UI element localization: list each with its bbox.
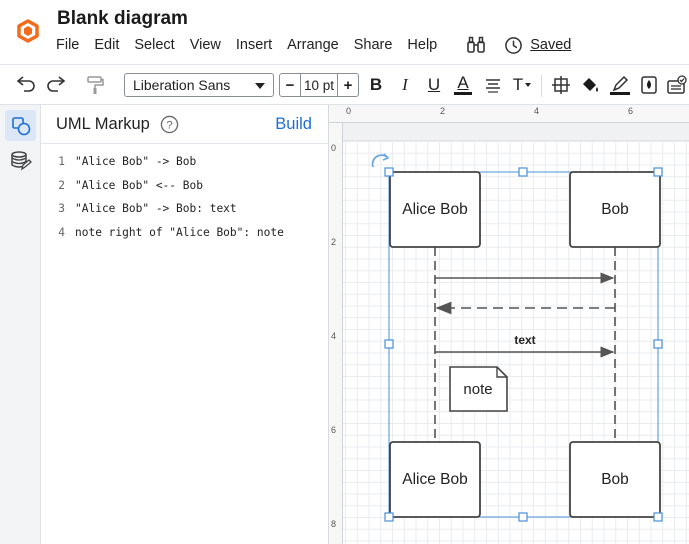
message-label[interactable]: text [514,333,535,347]
line-number: 2 [58,178,65,192]
font-family-select[interactable]: Liberation Sans [124,73,274,97]
panel-title: UML Markup [56,115,150,133]
font-size-increment-button[interactable]: + [338,74,358,96]
document-title[interactable]: Blank diagram [57,8,188,30]
toolbar-divider [541,75,542,97]
svg-text:?: ? [166,120,172,132]
resize-handle[interactable] [518,512,528,522]
database-icon [10,150,32,170]
formatting-toolbar: Liberation Sans − 10 pt + B I U A T [0,64,689,105]
italic-button[interactable]: I [395,73,415,97]
menu-select[interactable]: Select [134,37,174,53]
build-button[interactable]: Build [275,115,312,134]
chevron-down-icon [255,83,265,89]
opacity-button[interactable] [638,73,660,97]
save-status[interactable]: Saved [504,36,571,55]
help-icon[interactable]: ? [160,115,179,134]
text-color-swatch [454,92,472,95]
uml-markup-panel: UML Markup ? Build 1 "Alice Bob" -> Bob … [41,105,329,544]
redo-icon [47,76,66,92]
shapes-panel-button[interactable] [5,110,36,141]
line-text[interactable]: "Alice Bob" -> Bob [75,155,196,179]
code-line[interactable]: 3 "Alice Bob" -> Bob: text [41,202,329,226]
sequence-diagram[interactable]: text note Alice Bob Bob Alice Bob Bob [329,105,689,544]
line-color-button[interactable] [608,73,632,97]
line-text[interactable]: note right of "Alice Bob": note [75,226,284,250]
font-size-decrement-button[interactable]: − [280,74,300,96]
menu-edit[interactable]: Edit [94,37,119,53]
participant-label: Bob [601,471,629,488]
font-size-stepper[interactable]: − 10 pt + [279,73,359,97]
clock-icon [505,36,523,54]
font-family-value: Liberation Sans [133,77,231,93]
undo-icon [16,76,35,92]
menu-view[interactable]: View [190,37,221,53]
menu-insert[interactable]: Insert [236,37,272,53]
menu-bar: File Edit Select View Insert Arrange Sha… [56,35,571,55]
resize-handle[interactable] [384,512,394,522]
checklist-icon [667,75,687,94]
line-text[interactable]: "Alice Bob" -> Bob: text [75,202,237,226]
bold-button[interactable]: B [366,73,386,97]
paint-roller-icon [87,76,104,94]
pencil-icon [612,75,629,91]
font-size-value[interactable]: 10 pt [300,74,338,96]
code-line[interactable]: 2 "Alice Bob" <-- Bob [41,179,329,203]
resize-handle[interactable] [518,167,528,177]
text-options-label: T [512,75,524,94]
participant-label: Bob [601,201,629,218]
left-rail [0,105,41,544]
line-color-swatch [610,91,630,95]
resize-handle[interactable] [653,512,663,522]
menu-share[interactable]: Share [354,37,393,53]
underline-button[interactable]: U [424,73,444,97]
menu-arrange[interactable]: Arrange [287,37,339,53]
menu-help[interactable]: Help [407,37,437,53]
lucid-logo-icon[interactable] [14,17,42,45]
resize-handle[interactable] [653,339,663,349]
paint-bucket-icon [583,78,598,92]
crosshair-frame-icon [552,76,570,94]
line-text[interactable]: "Alice Bob" <-- Bob [75,179,203,203]
droplet-icon [641,76,657,94]
text-options-button[interactable]: T [510,73,534,97]
redo-button[interactable] [44,73,68,97]
saved-label[interactable]: Saved [530,37,571,53]
resize-handle[interactable] [384,339,394,349]
text-color-label: A [457,73,469,92]
position-button[interactable] [550,73,572,97]
resize-handle[interactable] [384,167,394,177]
line-number: 4 [58,225,65,239]
app-window: Blank diagram File Edit Select View Inse… [0,0,689,544]
note-text[interactable]: note [463,381,492,398]
code-line[interactable]: 4 note right of "Alice Bob": note [41,226,329,250]
canvas-area[interactable]: 0 2 4 6 0 2 4 6 8 text note Alice Bob Bo… [329,105,689,544]
shapes-icon [11,116,30,135]
rotate-handle-icon[interactable] [371,154,388,168]
caret-icon [525,83,532,87]
text-color-button[interactable]: A [452,73,474,97]
panel-header: UML Markup ? Build [41,105,328,144]
align-button[interactable] [482,73,504,97]
fill-color-button[interactable] [578,73,602,97]
title-bar: Blank diagram File Edit Select View Inse… [0,0,689,64]
style-options-button[interactable] [665,73,689,97]
menu-file[interactable]: File [56,37,79,53]
code-line[interactable]: 1 "Alice Bob" -> Bob [41,155,329,179]
align-center-icon [486,79,500,93]
format-painter-button[interactable] [84,73,108,97]
participant-label: Alice Bob [402,471,467,488]
line-number: 1 [58,155,65,168]
binoculars-icon[interactable] [466,35,486,55]
undo-button[interactable] [14,73,38,97]
resize-handle[interactable] [653,167,663,177]
code-editor[interactable]: 1 "Alice Bob" -> Bob 2 "Alice Bob" <-- B… [41,155,329,249]
participant-label: Alice Bob [402,201,467,218]
line-number: 3 [58,202,65,215]
data-panel-button[interactable] [5,145,36,176]
